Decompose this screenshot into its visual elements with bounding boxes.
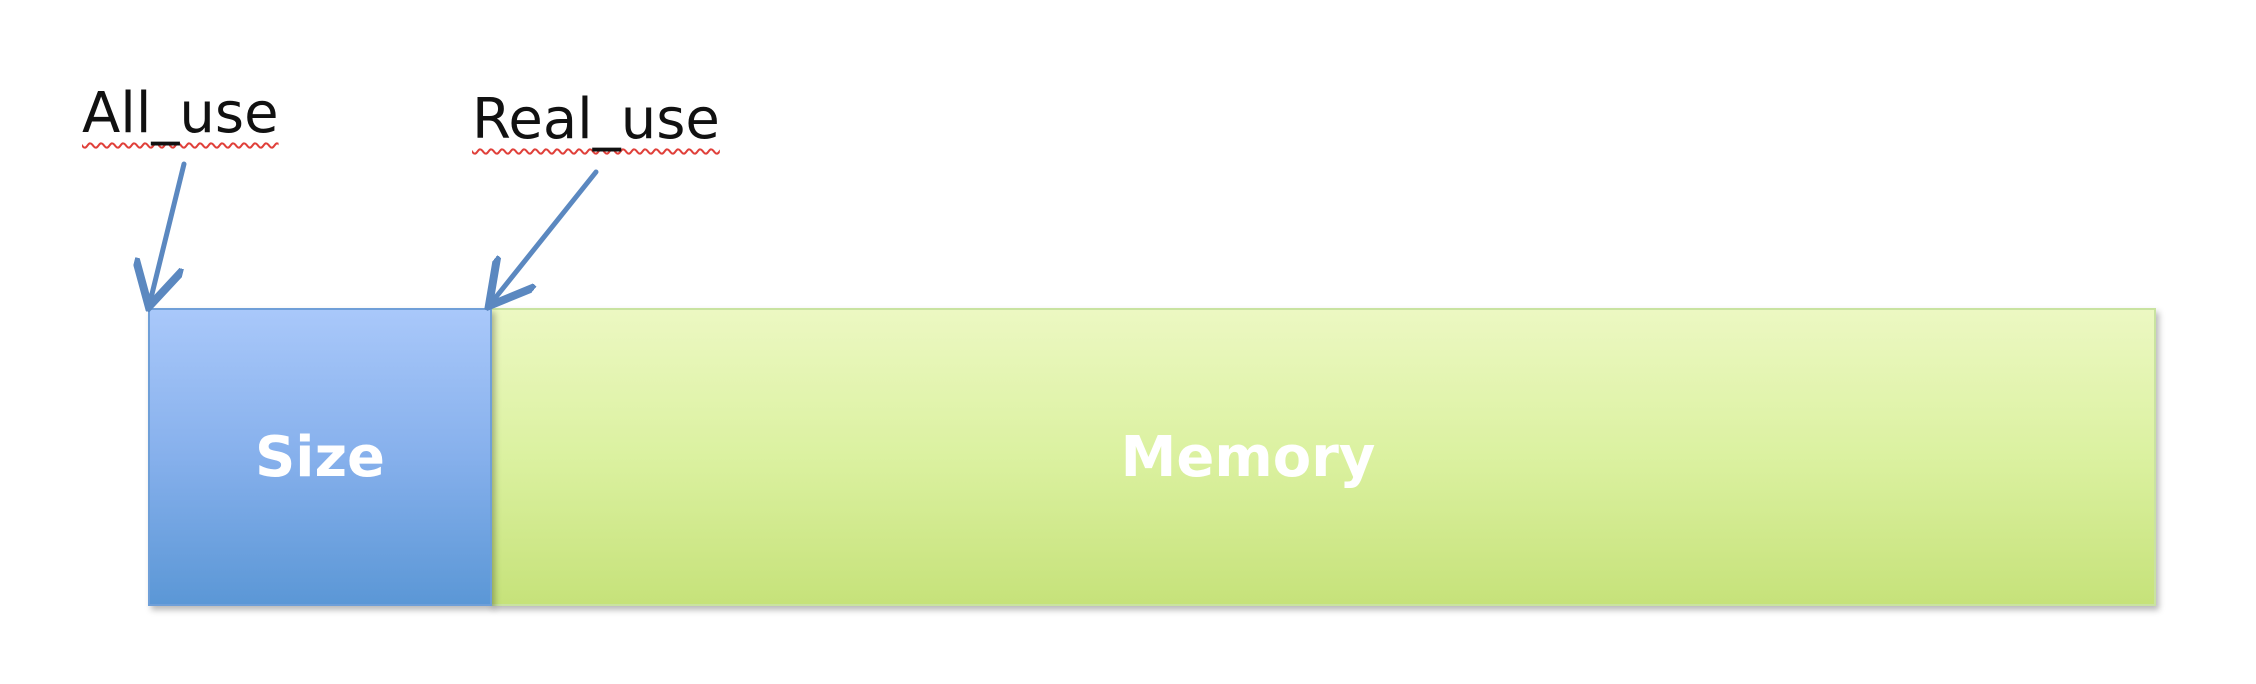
all-use-label: All_use	[82, 81, 279, 146]
real-use-label: Real_use	[472, 87, 720, 152]
memory-block: Memory	[490, 308, 2156, 606]
all-use-arrow	[150, 161, 187, 302]
memory-block-label: Memory	[1120, 424, 1376, 490]
size-block-label: Size	[254, 424, 386, 490]
size-block: Size	[148, 308, 492, 606]
real-use-arrow	[492, 169, 599, 302]
